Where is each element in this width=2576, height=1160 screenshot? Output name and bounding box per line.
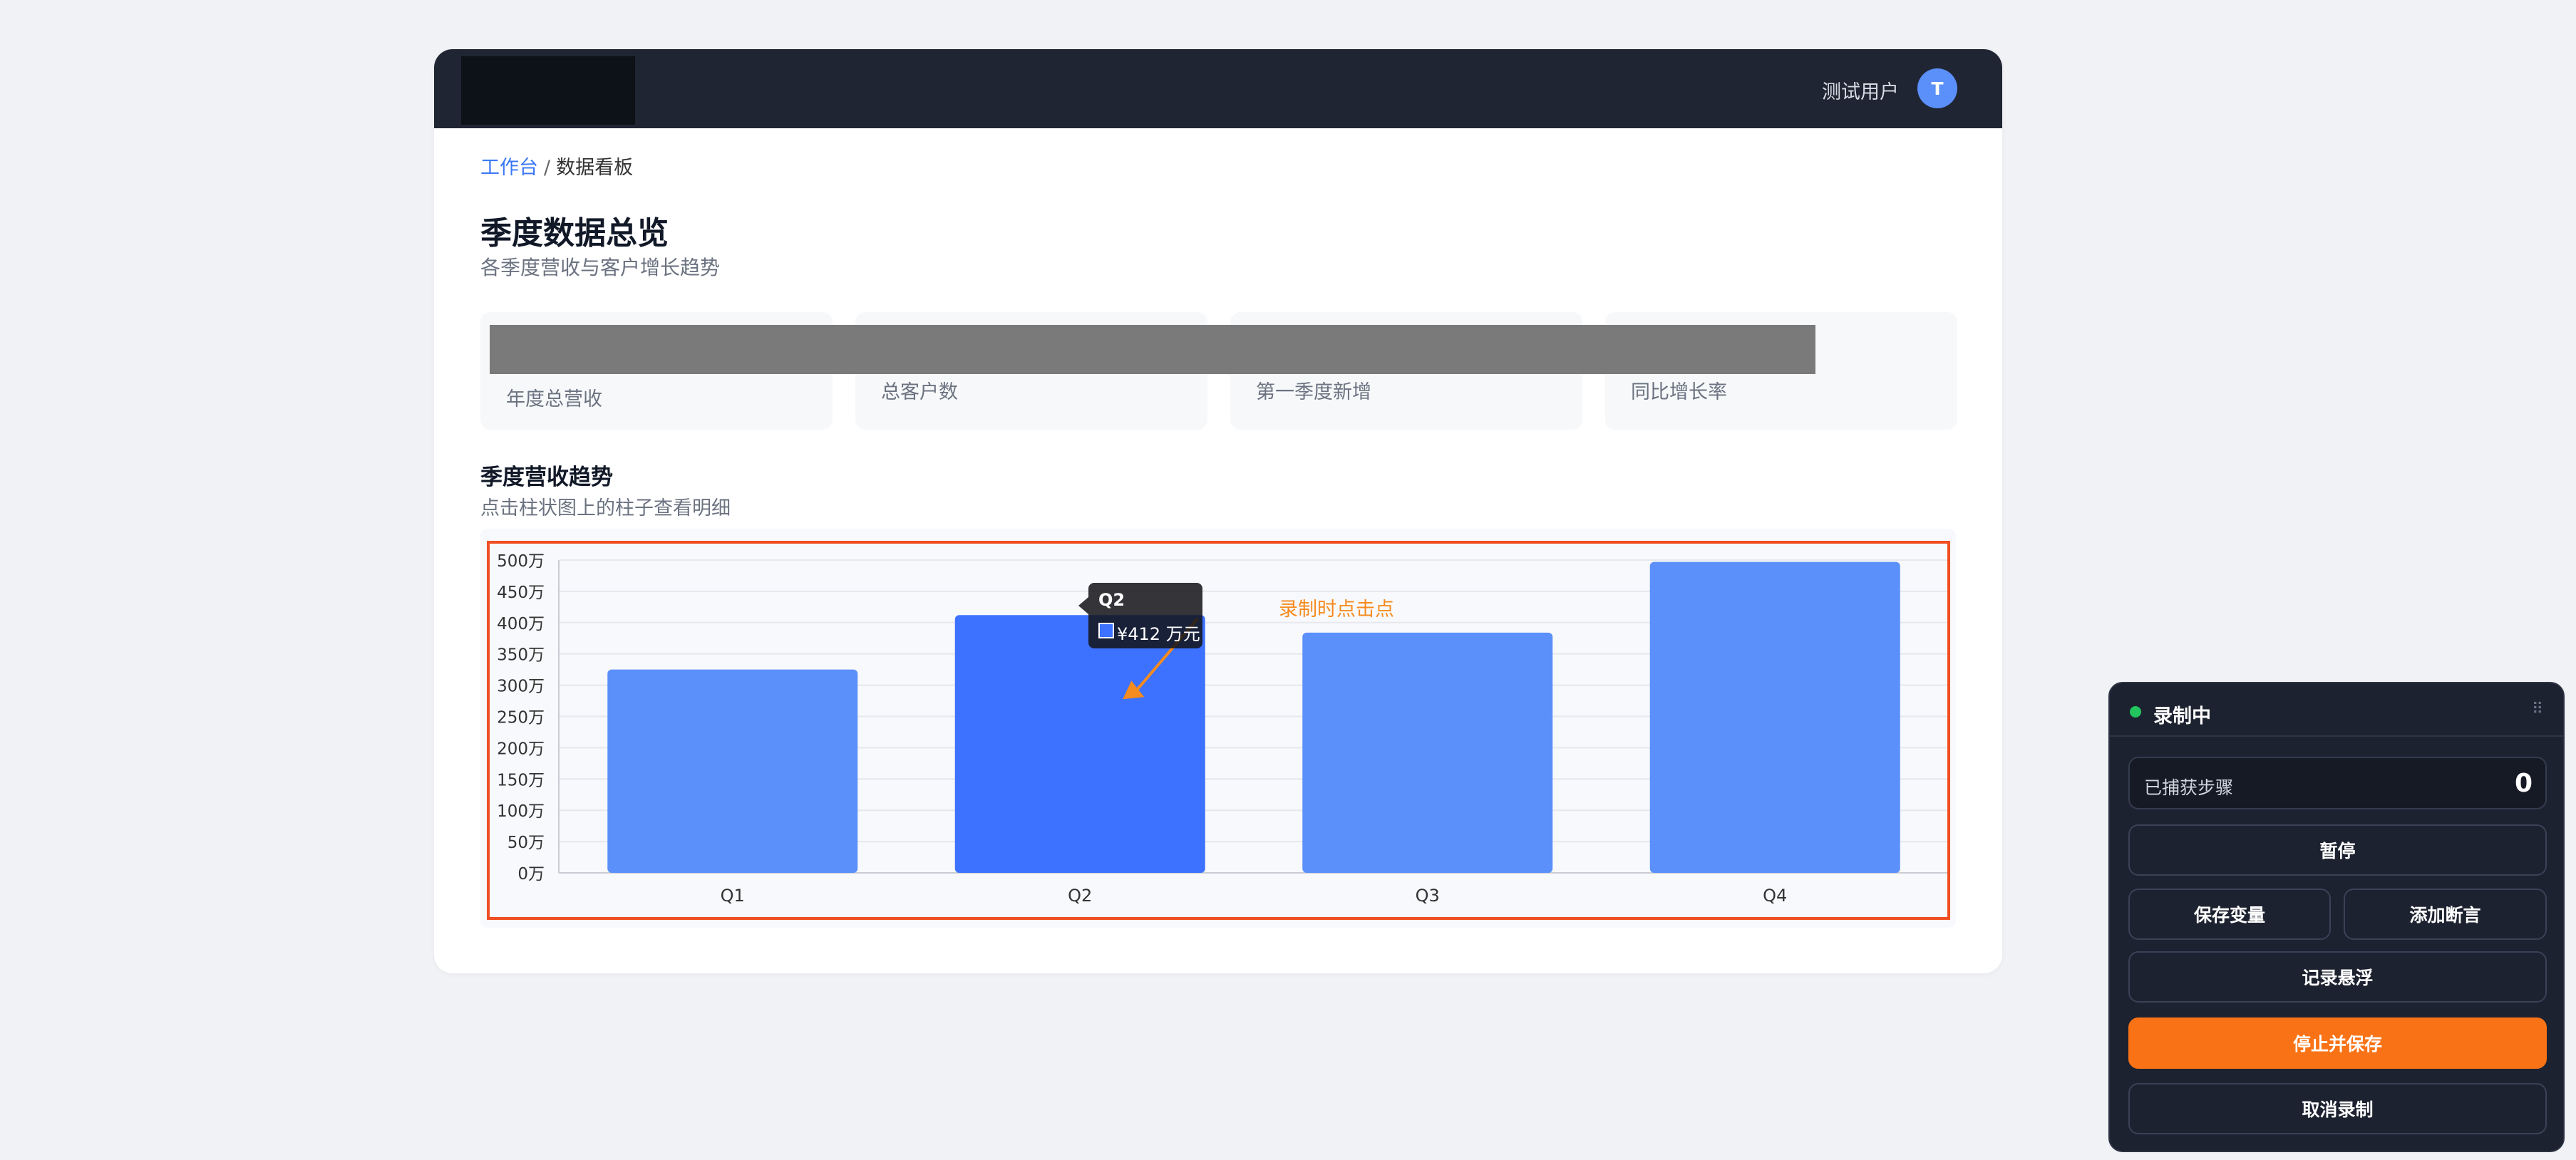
section-subtitle: 点击柱状图上的柱子查看明细	[480, 497, 731, 519]
stat-label: 总客户数	[881, 381, 958, 403]
logo-redacted	[461, 56, 635, 125]
captured-steps-box: 已捕获步骤 0	[2128, 757, 2547, 809]
tooltip-title: Q2	[1098, 590, 1125, 610]
recorder-header[interactable]: 录制中 ⠿	[2110, 683, 2563, 737]
add-assertion-button[interactable]: 添加断言	[2344, 889, 2547, 940]
user-name[interactable]: 测试用户	[1822, 76, 1899, 104]
breadcrumb: 工作台 / 数据看板	[480, 152, 633, 180]
page-title: 季度数据总览	[480, 215, 669, 252]
recorder-panel: 录制中 ⠿ 已捕获步骤 0 暂停 保存变量 添加断言 记录悬浮 停止并保存 取消…	[2108, 682, 2565, 1152]
section-title: 季度营收趋势	[480, 465, 613, 490]
page-subtitle: 各季度营收与客户增长趋势	[480, 256, 721, 279]
recording-status-dot	[2130, 706, 2141, 718]
pause-button[interactable]: 暂停	[2128, 824, 2547, 876]
stat-label: 第一季度新增	[1256, 381, 1371, 403]
captured-steps-label: 已捕获步骤	[2144, 777, 2234, 798]
breadcrumb-separator: /	[544, 157, 551, 179]
record-hover-button[interactable]: 记录悬浮	[2128, 951, 2547, 1003]
stat-label: 同比增长率	[1631, 381, 1727, 403]
cancel-recording-button[interactable]: 取消录制	[2128, 1083, 2547, 1134]
tooltip-value: ¥412 万元	[1117, 624, 1200, 644]
redaction-bar	[490, 325, 1815, 374]
breadcrumb-current: 数据看板	[556, 157, 634, 179]
tooltip-swatch	[1098, 623, 1114, 638]
chart-tooltip: Q2 ¥412 万元	[1078, 583, 1202, 648]
stop-and-save-button[interactable]: 停止并保存	[2128, 1017, 2547, 1069]
recorder-status: 录制中	[2153, 705, 2211, 727]
breadcrumb-link-workspace[interactable]: 工作台	[480, 157, 538, 179]
save-variable-button[interactable]: 保存变量	[2128, 889, 2331, 940]
drag-handle-icon[interactable]: ⠿	[2532, 700, 2543, 718]
avatar[interactable]: T	[1917, 68, 1957, 108]
click-annotation-label: 录制时点击点	[1279, 599, 1394, 621]
recording-highlight-frame	[487, 541, 1950, 920]
stat-label: 年度总营收	[506, 388, 602, 410]
top-navbar: 测试用户 T	[434, 49, 2002, 128]
captured-steps-count: 0	[2514, 769, 2533, 798]
